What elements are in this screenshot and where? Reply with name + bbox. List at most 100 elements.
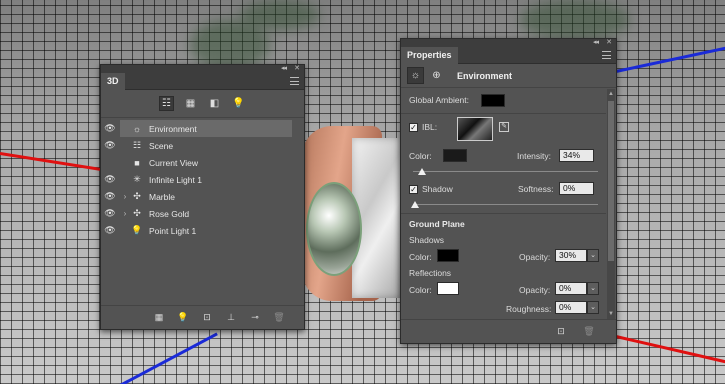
intensity-field[interactable]: 34% (559, 149, 594, 162)
tab-3d[interactable]: 3D (101, 73, 125, 90)
trash-icon[interactable]: 🗑 (272, 312, 286, 323)
tab-properties[interactable]: Properties (401, 47, 458, 64)
transform-icon[interactable]: ⊸ (248, 312, 262, 323)
ibl-checkbox[interactable]: ✓ (409, 122, 418, 132)
render-icon[interactable]: ⊡ (200, 312, 214, 323)
ground-shadow (240, 0, 320, 30)
shadow-checkbox[interactable]: ✓ (409, 184, 418, 194)
mesh-icon: ✣ (133, 208, 141, 218)
point-light-icon: 💡 (131, 225, 143, 235)
z-axis-line (119, 332, 218, 384)
reflections-color-swatch[interactable] (437, 282, 459, 295)
properties-footer: ⊡ 🗑 (401, 319, 616, 343)
intensity-slider-track[interactable] (413, 171, 598, 172)
ibl-texture-thumbnail[interactable] (457, 117, 493, 141)
shadows-opacity-row: Opacity: (519, 252, 550, 262)
camera-icon: ■ (134, 157, 140, 168)
scroll-down-icon[interactable]: ▼ (607, 311, 615, 317)
softness-field[interactable]: 0% (559, 182, 594, 195)
layer-current-view[interactable]: ■ Current View (101, 154, 304, 171)
layer-label: Scene (149, 140, 174, 151)
ibl-color-label: Color: (409, 151, 432, 161)
softness-slider-track[interactable] (413, 204, 598, 205)
divider (401, 213, 606, 214)
render-icon[interactable]: ⊡ (554, 326, 568, 337)
softness-slider-thumb[interactable] (411, 201, 419, 208)
visibility-eye-icon[interactable]: 👁 (101, 188, 119, 205)
collapse-icon[interactable]: ◂◂ (281, 64, 287, 72)
global-ambient-label: Global Ambient: (409, 95, 470, 105)
reflections-heading: Reflections (409, 268, 452, 278)
scroll-up-icon[interactable]: ▲ (607, 91, 615, 97)
properties-scrollbar[interactable]: ▲ ▼ (607, 89, 615, 319)
intensity-label: Intensity: (517, 151, 552, 161)
intensity-row: Intensity: (517, 151, 551, 161)
layer-label: Rose Gold (149, 208, 190, 219)
filter-toolbar: ☷ ▦ ◧ 💡 (101, 90, 304, 118)
close-icon[interactable]: ✕ (606, 38, 612, 46)
layer-environment[interactable]: 👁 ☼ Environment (101, 120, 304, 137)
ibl-color-swatch[interactable] (443, 149, 467, 162)
visibility-eye-icon[interactable]: 👁 (101, 205, 119, 222)
ibl-color-row: Color: (409, 151, 432, 161)
layer-label: Current View (149, 157, 198, 168)
shadows-opacity-field[interactable]: 30% (555, 249, 587, 262)
chevron-down-icon[interactable]: ⌄ (587, 282, 599, 295)
add-light-icon[interactable]: 💡 (176, 312, 190, 323)
roughness-field[interactable]: 0% (555, 301, 587, 314)
drop-to-ground-icon[interactable]: ⊥ (224, 312, 238, 323)
ibl-texture-edit-icon[interactable]: ✎ (499, 122, 509, 132)
close-icon[interactable]: ✕ (294, 64, 300, 72)
chevron-right-icon[interactable]: › (120, 209, 130, 218)
divider (401, 113, 606, 114)
layer-rose-gold[interactable]: 👁 › ✣ Rose Gold (101, 205, 304, 222)
add-mesh-icon[interactable]: ▦ (152, 312, 166, 323)
3d-panel: ◂◂ ✕ 3D ☷ ▦ ◧ 💡 👁 ☼ Environment 👁 ☷ Scene … (100, 64, 305, 330)
reflections-opacity-label: Opacity: (519, 285, 551, 295)
mesh-filter-icon[interactable]: ▦ (183, 96, 198, 111)
global-ambient-row: Global Ambient: (409, 95, 469, 105)
panel-title-bar[interactable]: ◂◂ ✕ (101, 65, 304, 73)
reflections-color-label: Color: (409, 285, 432, 295)
panel-menu-icon[interactable] (602, 51, 611, 59)
coordinates-icon[interactable]: ⊕ (428, 67, 445, 84)
panel-menu-icon[interactable] (290, 77, 299, 85)
chevron-right-icon[interactable]: › (120, 192, 130, 201)
reflections-opacity-field[interactable]: 0% (555, 282, 587, 295)
visibility-eye-icon[interactable]: 👁 (101, 171, 119, 188)
intensity-slider-thumb[interactable] (418, 168, 426, 175)
light-filter-icon[interactable]: 💡 (231, 96, 246, 111)
layer-infinite-light[interactable]: 👁 ✳ Infinite Light 1 (101, 171, 304, 188)
layer-list: 👁 ☼ Environment 👁 ☷ Scene ■ Current View 👁 … (101, 118, 304, 239)
tab-bar: Properties (401, 47, 616, 64)
visibility-eye-icon[interactable]: 👁 (101, 222, 119, 239)
visibility-eye-icon[interactable]: 👁 (101, 137, 119, 154)
shadow-label: Shadow (422, 184, 453, 194)
scene-filter-icon[interactable]: ☷ (159, 96, 174, 111)
shadows-color-label: Color: (409, 252, 432, 262)
collapse-icon[interactable]: ◂◂ (593, 38, 599, 46)
visibility-eye-icon[interactable]: 👁 (101, 120, 119, 137)
chevron-down-icon[interactable]: ⌄ (587, 301, 599, 314)
environment-icon[interactable]: ☼ (407, 67, 424, 84)
properties-body: Global Ambient: ✓ IBL: ✎ Color: Intensit… (401, 89, 606, 319)
material-filter-icon[interactable]: ◧ (207, 96, 222, 111)
trash-icon[interactable]: 🗑 (582, 326, 596, 337)
roughness-row: Roughness: (506, 304, 551, 314)
chevron-down-icon[interactable]: ⌄ (587, 249, 599, 262)
softness-row: Softness: (518, 184, 553, 194)
shadows-opacity-label: Opacity: (519, 252, 551, 262)
layer-marble[interactable]: 👁 › ✣ Marble (101, 188, 304, 205)
shadow-row: ✓ Shadow (409, 184, 453, 194)
shadows-color-row: Color: (409, 252, 432, 262)
panel-title-bar[interactable]: ◂◂ ✕ (401, 39, 616, 47)
mesh-icon: ✣ (133, 191, 141, 201)
scroll-thumb[interactable] (608, 101, 614, 261)
layer-scene[interactable]: 👁 ☷ Scene (101, 137, 304, 154)
visibility-eye-icon (101, 154, 119, 171)
global-ambient-swatch[interactable] (481, 94, 505, 107)
layer-point-light[interactable]: 👁 💡 Point Light 1 (101, 222, 304, 239)
glass-sphere-object[interactable] (306, 182, 362, 276)
shadows-color-swatch[interactable] (437, 249, 459, 262)
tab-bar: 3D (101, 73, 304, 90)
